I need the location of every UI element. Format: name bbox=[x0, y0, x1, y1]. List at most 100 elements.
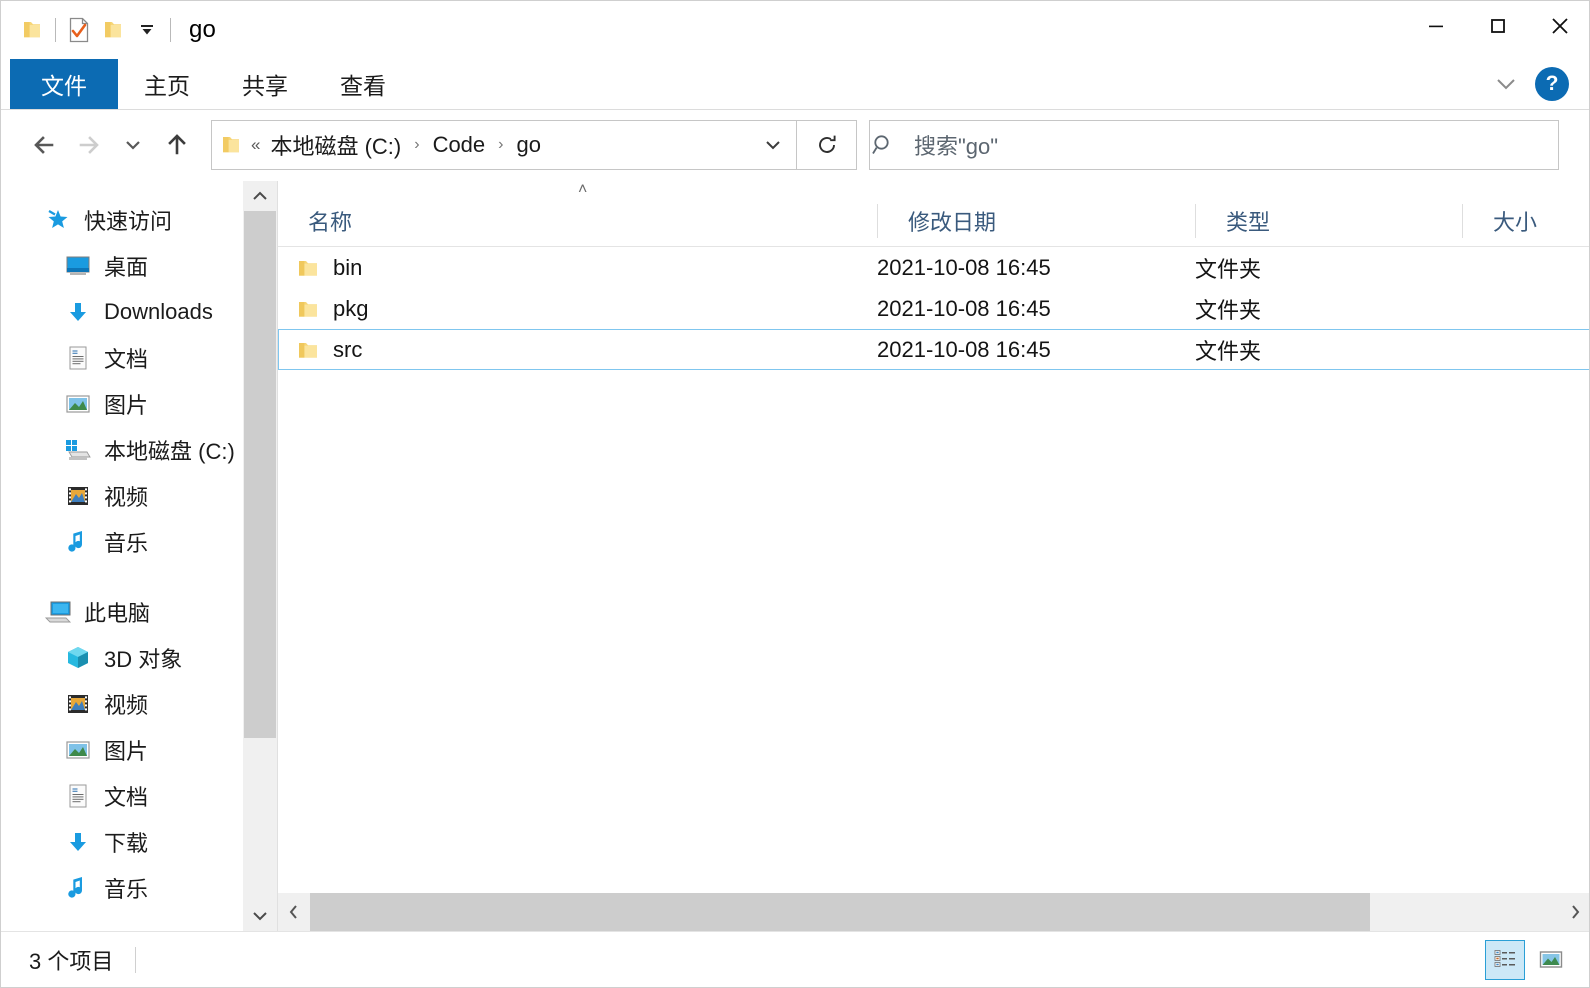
forward-button[interactable] bbox=[67, 123, 111, 167]
sidebar-item-label: 视频 bbox=[104, 485, 149, 510]
sidebar-item-label: 图片 bbox=[104, 739, 149, 764]
sidebar-item-3d-objects[interactable]: 3D 对象 bbox=[1, 635, 277, 681]
breadcrumb-separator-2[interactable]: › bbox=[489, 136, 512, 154]
document-icon bbox=[63, 343, 93, 373]
tab-share[interactable]: 共享 bbox=[216, 59, 314, 109]
tab-view[interactable]: 查看 bbox=[314, 59, 412, 109]
details-view-button[interactable] bbox=[1485, 940, 1525, 980]
cell-size bbox=[1462, 288, 1589, 329]
sidebar-item-label: 音乐 bbox=[104, 877, 149, 902]
file-name: pkg bbox=[333, 295, 369, 321]
horizontal-scrollbar-track[interactable] bbox=[310, 893, 1559, 931]
tab-file[interactable]: 文件 bbox=[10, 59, 118, 109]
sidebar-item-documents-pc[interactable]: 文档 bbox=[1, 773, 277, 819]
qat-folder-icon[interactable] bbox=[15, 12, 49, 48]
column-header-date-modified[interactable]: 修改日期 bbox=[878, 195, 1196, 247]
sidebar-item-pictures-pc[interactable]: 图片 bbox=[1, 727, 277, 773]
status-divider bbox=[135, 947, 137, 973]
cell-name: pkg bbox=[279, 288, 877, 329]
horizontal-scrollbar-thumb[interactable] bbox=[310, 893, 1370, 931]
sidebar-item-label: 音乐 bbox=[104, 531, 149, 556]
qat-customize-dropdown[interactable] bbox=[130, 12, 164, 48]
folder-icon bbox=[297, 257, 319, 279]
minimize-button[interactable] bbox=[1405, 1, 1467, 51]
window-controls bbox=[1405, 1, 1589, 51]
3d-object-icon bbox=[63, 643, 93, 673]
item-count-label: 3 个项目 bbox=[29, 949, 114, 974]
sidebar-group-quick-access[interactable]: 快速访问 bbox=[1, 197, 277, 243]
expand-ribbon-chevron-down-icon[interactable] bbox=[1487, 65, 1525, 103]
scroll-down-chevron-down-icon[interactable] bbox=[243, 901, 277, 931]
folder-icon bbox=[297, 298, 319, 320]
breadcrumb-item-code[interactable]: Code bbox=[429, 128, 490, 162]
video-icon bbox=[63, 689, 93, 719]
sidebar-group-this-pc[interactable]: 此电脑 bbox=[1, 589, 277, 635]
address-bar[interactable]: « 本地磁盘 (C:) › Code › go bbox=[211, 120, 797, 170]
cell-date-modified: 2021-10-08 16:45 bbox=[877, 336, 1051, 362]
refresh-button[interactable] bbox=[797, 120, 857, 170]
sidebar-item-videos[interactable]: 视频 bbox=[1, 681, 277, 727]
maximize-button[interactable] bbox=[1467, 1, 1529, 51]
folder-icon bbox=[297, 339, 319, 361]
hscroll-right-chevron-right-icon[interactable] bbox=[1559, 893, 1589, 931]
tab-home[interactable]: 主页 bbox=[118, 59, 216, 109]
column-header-name[interactable]: 名称 bbox=[278, 195, 878, 247]
column-header-size[interactable]: 大小 bbox=[1463, 195, 1589, 247]
navigation-pane-scrollbar[interactable] bbox=[242, 181, 277, 931]
qat-properties-icon[interactable] bbox=[62, 12, 96, 48]
table-row[interactable]: bin 2021-10-08 16:45 文件夹 bbox=[278, 247, 1589, 288]
download-arrow-icon bbox=[63, 297, 93, 327]
sidebar-item-local-disk-c[interactable]: 本地磁盘 (C:) bbox=[1, 427, 277, 473]
sidebar-item-label: 文档 bbox=[104, 785, 149, 810]
sidebar-item-documents[interactable]: 文档 bbox=[1, 335, 277, 381]
search-box[interactable]: 搜索"go" bbox=[869, 120, 1559, 170]
address-dropdown-chevron-down-icon[interactable] bbox=[750, 121, 796, 169]
picture-icon bbox=[63, 735, 93, 765]
sidebar-item-label: 文档 bbox=[104, 347, 149, 372]
hscroll-left-chevron-left-icon[interactable] bbox=[278, 893, 310, 931]
qat-new-folder-icon[interactable] bbox=[96, 12, 130, 48]
sidebar-item-desktop[interactable]: 桌面 bbox=[1, 243, 277, 289]
large-icons-view-button[interactable] bbox=[1531, 940, 1571, 980]
music-note-icon bbox=[63, 873, 93, 903]
search-icon bbox=[870, 132, 896, 158]
sidebar-item-downloads[interactable]: Downloads bbox=[1, 289, 277, 335]
navigation-tree: 快速访问 桌面 Downloads 文档 图片 本地磁盘 (C:) 视频 音乐 … bbox=[1, 181, 277, 911]
desktop-icon bbox=[63, 251, 93, 281]
help-button[interactable]: ? bbox=[1535, 67, 1569, 101]
up-button[interactable] bbox=[155, 123, 199, 167]
main-area: 快速访问 桌面 Downloads 文档 图片 本地磁盘 (C:) 视频 音乐 … bbox=[1, 181, 1589, 931]
close-button[interactable] bbox=[1529, 1, 1589, 51]
navigation-bar: « 本地磁盘 (C:) › Code › go 搜索"go" bbox=[1, 110, 1589, 180]
sidebar-item-label: 图片 bbox=[104, 393, 149, 418]
sidebar-item-music-pc[interactable]: 音乐 bbox=[1, 865, 277, 911]
music-note-icon bbox=[63, 527, 93, 557]
sidebar-item-music-quick[interactable]: 音乐 bbox=[1, 519, 277, 565]
navigation-pane-scrollbar-thumb[interactable] bbox=[244, 211, 276, 738]
qat-divider-2 bbox=[170, 18, 171, 42]
breadcrumb-separator-1[interactable]: › bbox=[405, 136, 428, 154]
table-row[interactable]: src 2021-10-08 16:45 文件夹 bbox=[278, 329, 1589, 370]
column-header-type[interactable]: 类型 bbox=[1196, 195, 1463, 247]
this-pc-icon bbox=[43, 597, 73, 627]
horizontal-scrollbar[interactable] bbox=[278, 893, 1589, 931]
cell-type: 文件夹 bbox=[1195, 297, 1262, 323]
address-folder-icon bbox=[220, 134, 242, 156]
scroll-up-chevron-up-icon[interactable] bbox=[243, 181, 277, 211]
sidebar-item-label: 视频 bbox=[104, 693, 149, 718]
breadcrumb-item-go[interactable]: go bbox=[512, 128, 544, 162]
breadcrumb-item-drive[interactable]: 本地磁盘 (C:) bbox=[266, 125, 405, 165]
sidebar-item-videos-quick[interactable]: 视频 bbox=[1, 473, 277, 519]
back-button[interactable] bbox=[23, 123, 67, 167]
sidebar-item-label: 下载 bbox=[104, 831, 149, 856]
breadcrumb-overflow[interactable]: « bbox=[242, 135, 266, 155]
recent-locations-chevron-down-icon[interactable] bbox=[111, 123, 155, 167]
table-row[interactable]: pkg 2021-10-08 16:45 文件夹 bbox=[278, 288, 1589, 329]
sidebar-item-downloads-pc[interactable]: 下载 bbox=[1, 819, 277, 865]
search-input[interactable]: 搜索"go" bbox=[914, 129, 998, 161]
sidebar-item-pictures[interactable]: 图片 bbox=[1, 381, 277, 427]
cell-name: bin bbox=[279, 247, 877, 288]
local-disk-icon bbox=[63, 435, 93, 465]
sidebar-item-label: Downloads bbox=[104, 299, 213, 324]
